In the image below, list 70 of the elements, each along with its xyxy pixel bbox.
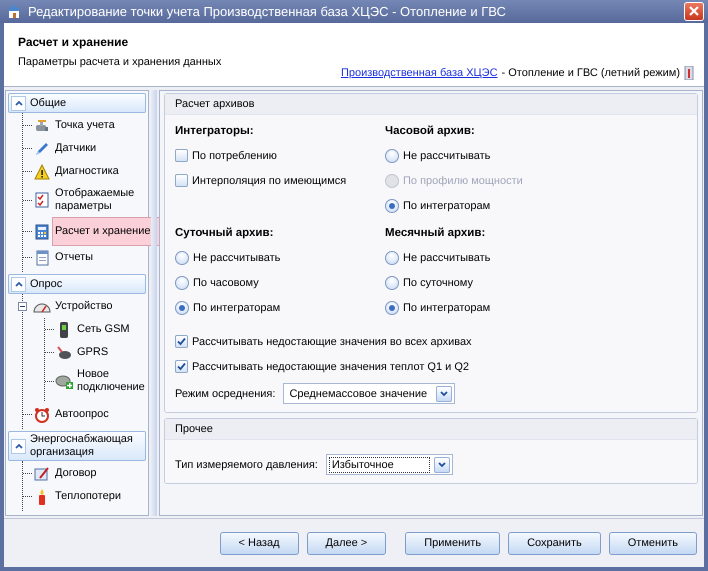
sidebar-item[interactable]: Договор: [52, 463, 100, 484]
checkmark-icon: [177, 362, 186, 372]
checkmark-icon: [177, 337, 186, 346]
radio-button[interactable]: По суточному: [385, 270, 687, 296]
sidebar-item[interactable]: Устройство: [52, 296, 116, 318]
group-label: Опрос: [30, 278, 62, 291]
home-icon: [6, 4, 22, 18]
thermometer-icon: [684, 66, 694, 80]
radio-button[interactable]: Не рассчитывать: [385, 143, 687, 168]
checkbox[interactable]: Интерполяция по имеющимся: [175, 168, 385, 194]
sidebar-item[interactable]: Отображаемые параметры: [52, 183, 146, 218]
group-title: Интеграторы:: [175, 125, 255, 138]
add-connection-icon: [55, 373, 73, 390]
radio-button[interactable]: По интеграторам: [385, 295, 687, 320]
context-text: - Отопление и ГВС (летний режим): [502, 67, 680, 80]
checkbox[interactable]: Рассчитывать недостающие значения теплот Q1 и Q2: [175, 354, 687, 380]
mouse-icon: [56, 344, 72, 361]
sidebar-item[interactable]: Датчики: [52, 138, 100, 160]
field-label: Тип измеряемого давления:: [175, 458, 318, 471]
alarm-clock-icon: [34, 406, 50, 423]
page-title: Расчет и хранение: [18, 34, 130, 49]
group-header[interactable]: Энергоснабжающая организация: [8, 431, 146, 462]
object-link[interactable]: Производственная база ХЦЭС: [340, 67, 498, 80]
sidebar-item[interactable]: Сеть GSM: [74, 319, 133, 340]
radio-button[interactable]: Не рассчитывать: [385, 245, 687, 270]
group-title: Суточный архив:: [175, 227, 274, 240]
document-icon: [34, 250, 50, 266]
checkbox[interactable]: По потреблению: [175, 143, 385, 168]
dialog-button[interactable]: Далее >: [306, 532, 386, 555]
sidebar-item[interactable]: Отчеты: [52, 247, 96, 268]
dialog-button[interactable]: Применить: [405, 532, 500, 555]
sidebar-item[interactable]: Автоопрос: [52, 404, 112, 426]
sidebar-item[interactable]: Точка учета: [52, 115, 118, 136]
warning-icon: [34, 164, 50, 180]
candle-icon: [37, 488, 47, 505]
sidebar-item[interactable]: GPRS: [74, 342, 112, 364]
page-subtitle: Параметры расчета и хранения данных: [18, 56, 222, 68]
close-button[interactable]: [684, 2, 704, 21]
radio-button[interactable]: По интеграторам: [175, 295, 385, 320]
radio-button[interactable]: Не рассчитывать: [175, 245, 385, 270]
tap-icon: [34, 118, 50, 134]
calculator-icon: [34, 224, 50, 240]
sidebar-item[interactable]: Расчет и хранение: [52, 217, 160, 246]
group-label: Общие: [30, 96, 66, 110]
dropdown[interactable]: Среднемассовое значение: [283, 383, 456, 404]
sidebar-item[interactable]: Новое подключение: [74, 364, 148, 398]
section-title: Прочее: [165, 419, 697, 440]
pen-icon: [34, 140, 50, 157]
checklist-icon: [34, 192, 50, 208]
dialog-button[interactable]: Сохранить: [508, 532, 601, 555]
contract-icon: [34, 466, 50, 482]
dialog-button[interactable]: Отменить: [608, 532, 697, 555]
sidebar-item[interactable]: Теплопотери: [52, 486, 124, 508]
field-label: Режим осреднения:: [175, 388, 276, 400]
dropdown[interactable]: Избыточное: [326, 454, 453, 476]
radio-button[interactable]: По интеграторам: [385, 193, 687, 218]
radio-button[interactable]: По часовому: [175, 270, 385, 296]
dialog-button[interactable]: < Назад: [220, 532, 299, 555]
sidebar-item[interactable]: Диагностика: [52, 161, 122, 182]
checkbox[interactable]: Рассчитывать недостающие значения во всех архивах: [175, 329, 687, 354]
group-label: Энергоснабжающая организация: [30, 433, 134, 460]
group-header[interactable]: Опрос: [8, 274, 146, 294]
collapse-icon[interactable]: [18, 302, 27, 312]
mobile-phone-icon: [58, 322, 70, 338]
close-icon: [689, 6, 699, 16]
group-header[interactable]: Общие: [8, 93, 146, 114]
group-title: Часовой архив:: [385, 125, 476, 138]
section-title: Расчет архивов: [165, 94, 697, 116]
group-title: Месячный архив:: [385, 227, 486, 240]
window-title: Редактирование точки учета Производственная база ХЦЭС - Отопление и ГВС: [28, 4, 507, 19]
